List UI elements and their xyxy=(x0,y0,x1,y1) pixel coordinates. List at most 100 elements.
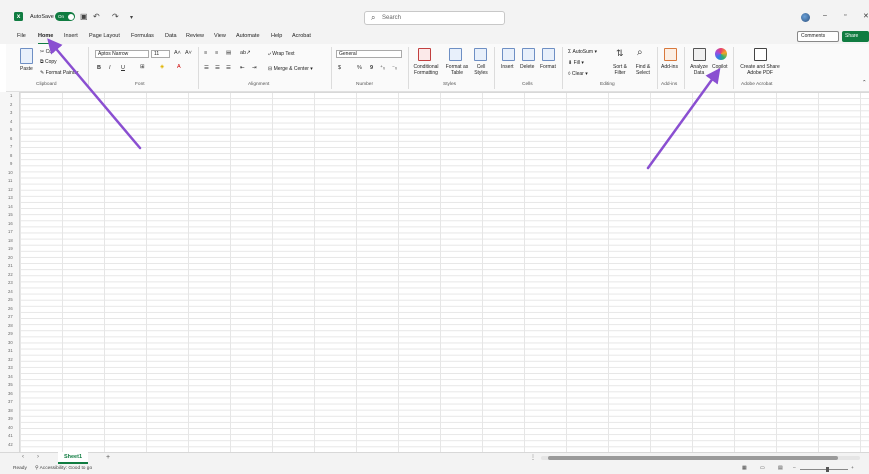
fill-color-icon[interactable]: ◈ xyxy=(160,64,164,70)
sort-filter-icon[interactable]: ⇅ xyxy=(616,48,624,59)
tab-acrobat[interactable]: Acrobat xyxy=(292,33,311,39)
zoom-out-icon[interactable]: – xyxy=(793,466,796,471)
tab-view[interactable]: View xyxy=(214,33,226,39)
font-color-icon[interactable]: A xyxy=(177,64,181,70)
tab-automate[interactable]: Automate xyxy=(236,33,260,39)
row-number[interactable]: 40 xyxy=(8,425,13,430)
adobe-pdf-icon[interactable] xyxy=(754,48,767,61)
close-icon[interactable]: ✕ xyxy=(863,12,869,20)
row-number[interactable]: 27 xyxy=(8,314,13,319)
bottom-align-icon[interactable]: ▤ xyxy=(226,50,231,56)
copy-button[interactable]: ⧉ Copy xyxy=(40,59,57,65)
wrap-text-button[interactable]: ⤶ Wrap Text xyxy=(268,51,295,57)
sort-filter-button[interactable]: Sort & Filter xyxy=(610,64,630,76)
row-number[interactable]: 31 xyxy=(8,348,13,353)
page-break-view-icon[interactable]: ▤ xyxy=(778,466,783,471)
row-number[interactable]: 1 xyxy=(10,93,12,98)
analyze-data-button[interactable]: Analyze Data xyxy=(689,64,709,76)
row-number[interactable]: 26 xyxy=(8,306,13,311)
tab-formulas[interactable]: Formulas xyxy=(131,33,154,39)
addins-button[interactable]: Add-ins xyxy=(661,64,678,70)
row-number[interactable]: 19 xyxy=(8,246,13,251)
percent-button[interactable]: % xyxy=(357,65,362,71)
row-number[interactable]: 3 xyxy=(10,110,12,115)
decrease-decimal-icon[interactable]: ⁻₀ xyxy=(392,65,397,71)
row-number[interactable]: 9 xyxy=(10,161,12,166)
share-button[interactable]: Share xyxy=(842,31,869,42)
row-number[interactable]: 30 xyxy=(8,340,13,345)
middle-align-icon[interactable]: ≡ xyxy=(215,50,218,56)
row-number[interactable]: 25 xyxy=(8,297,13,302)
normal-view-icon[interactable]: ▦ xyxy=(742,466,747,471)
row-number[interactable]: 32 xyxy=(8,357,13,362)
row-number[interactable]: 7 xyxy=(10,144,12,149)
delete-cells-icon[interactable] xyxy=(522,48,535,61)
find-select-icon[interactable]: ⌕ xyxy=(637,47,643,58)
paste-icon[interactable] xyxy=(20,48,33,64)
increase-decimal-icon[interactable]: ⁺₀ xyxy=(380,65,385,71)
row-number[interactable]: 10 xyxy=(8,170,13,175)
tab-page-layout[interactable]: Page Layout xyxy=(89,33,120,39)
align-left-icon[interactable]: ☰ xyxy=(204,65,209,71)
format-as-table-icon[interactable] xyxy=(449,48,462,61)
add-sheet-icon[interactable]: + xyxy=(106,454,110,461)
underline-button[interactable]: U xyxy=(121,65,125,71)
collapse-ribbon-icon[interactable]: ⌃ xyxy=(862,80,867,86)
cell-styles-button[interactable]: Cell Styles xyxy=(471,64,491,76)
row-number[interactable]: 38 xyxy=(8,408,13,413)
merge-center-button[interactable]: ⊟ Merge & Center ▾ xyxy=(268,66,313,72)
conditional-formatting-icon[interactable] xyxy=(418,48,431,61)
spreadsheet-grid[interactable] xyxy=(0,92,869,452)
row-number[interactable]: 24 xyxy=(8,289,13,294)
undo-icon[interactable]: ↶ xyxy=(93,12,100,21)
align-center-icon[interactable]: ☰ xyxy=(215,65,220,71)
row-number[interactable]: 34 xyxy=(8,374,13,379)
sheet-tab[interactable]: Sheet1 xyxy=(58,452,88,464)
accessibility-status[interactable]: ⚲ Accessibility: Good to go xyxy=(35,466,92,471)
row-number[interactable]: 22 xyxy=(8,272,13,277)
row-number[interactable]: 20 xyxy=(8,255,13,260)
restore-icon[interactable]: ▫ xyxy=(844,12,846,19)
insert-cells-button[interactable]: Insert xyxy=(501,64,514,70)
row-number[interactable]: 23 xyxy=(8,280,13,285)
zoom-in-icon[interactable]: + xyxy=(851,466,854,471)
row-number[interactable]: 8 xyxy=(10,153,12,158)
autosave-toggle[interactable]: On xyxy=(55,12,75,21)
row-number[interactable]: 13 xyxy=(8,195,13,200)
row-number[interactable]: 11 xyxy=(8,178,12,183)
format-cells-button[interactable]: Format xyxy=(540,64,556,70)
comma-button[interactable]: 9 xyxy=(370,65,373,71)
account-avatar[interactable] xyxy=(801,13,810,22)
tab-data[interactable]: Data xyxy=(165,33,177,39)
row-number[interactable]: 41 xyxy=(8,433,13,438)
cut-button[interactable]: ✂ Cut xyxy=(40,49,53,55)
format-painter-button[interactable]: ✎ Format Painter xyxy=(40,70,79,76)
row-number[interactable]: 17 xyxy=(8,229,13,234)
redo-icon[interactable]: ↷ xyxy=(112,12,119,21)
font-name-select[interactable]: Aptos Narrow xyxy=(95,50,149,58)
zoom-slider-knob[interactable] xyxy=(826,467,829,472)
row-number[interactable]: 29 xyxy=(8,331,13,336)
orientation-icon[interactable]: ab↗ xyxy=(240,50,251,56)
row-number[interactable]: 28 xyxy=(8,323,13,328)
find-select-button[interactable]: Find & Select xyxy=(632,64,654,76)
row-number[interactable]: 4 xyxy=(10,119,12,124)
row-number[interactable]: 21 xyxy=(8,263,13,268)
tab-help[interactable]: Help xyxy=(271,33,282,39)
increase-font-icon[interactable]: A˄ xyxy=(174,50,181,56)
zoom-slider[interactable] xyxy=(800,469,848,470)
prev-sheet-icon[interactable]: ‹ xyxy=(22,454,24,460)
next-sheet-icon[interactable]: › xyxy=(37,454,39,460)
row-number[interactable]: 15 xyxy=(8,212,13,217)
format-cells-icon[interactable] xyxy=(542,48,555,61)
horizontal-scrollbar-thumb[interactable] xyxy=(548,456,838,460)
decrease-font-icon[interactable]: A˅ xyxy=(185,50,192,56)
insert-cells-icon[interactable] xyxy=(502,48,515,61)
italic-button[interactable]: I xyxy=(109,65,111,71)
tab-insert[interactable]: Insert xyxy=(64,33,78,39)
tab-review[interactable]: Review xyxy=(186,33,204,39)
format-as-table-button[interactable]: Format as Table xyxy=(445,64,469,76)
top-align-icon[interactable]: ≡ xyxy=(204,50,207,56)
sheet-options-icon[interactable]: ⋮ xyxy=(530,454,536,461)
row-number[interactable]: 5 xyxy=(10,127,12,132)
